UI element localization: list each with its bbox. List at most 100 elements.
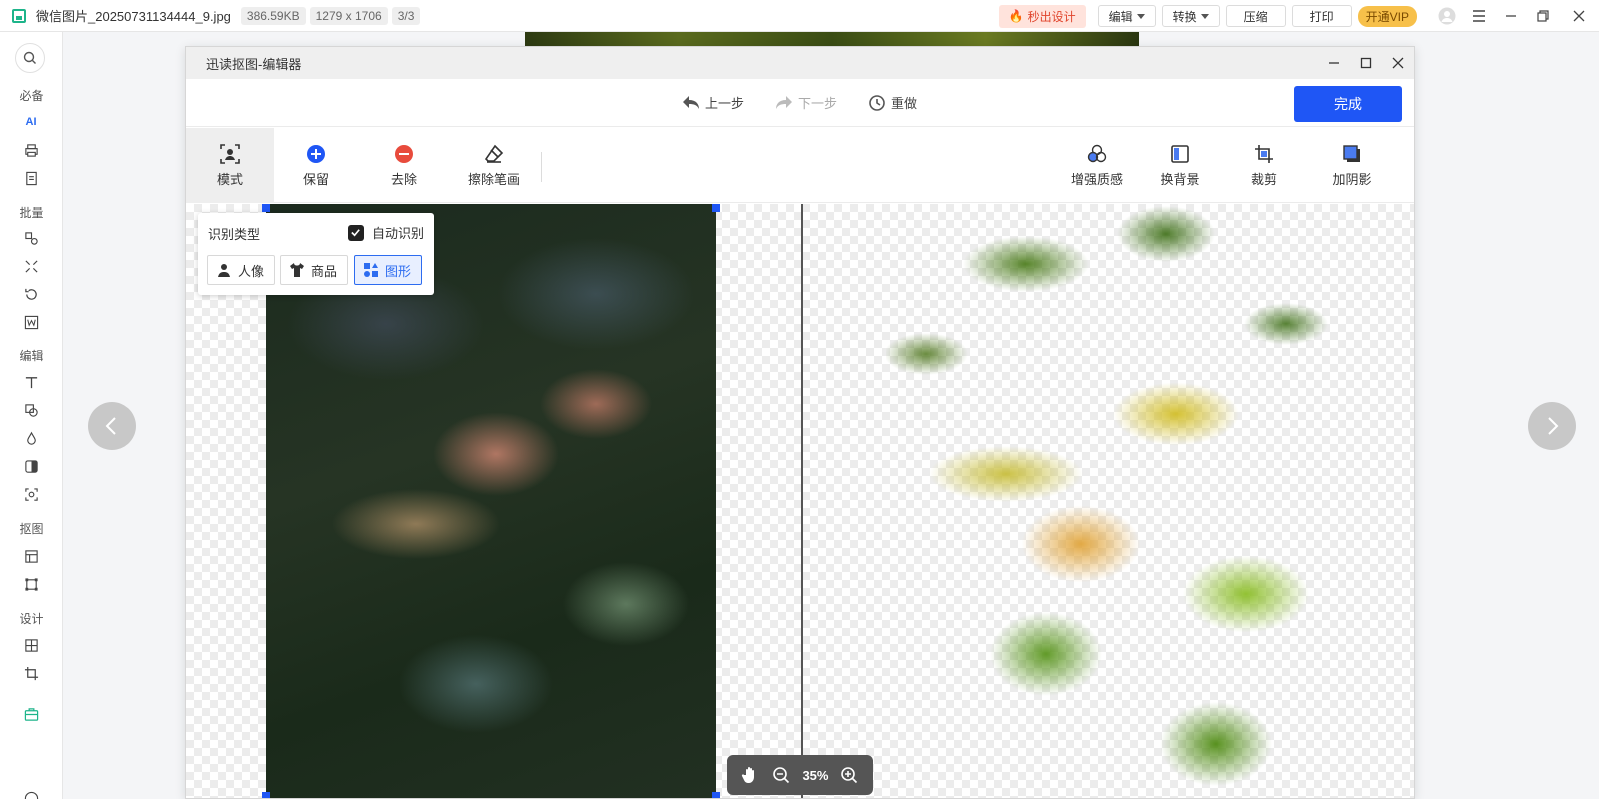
printer-icon[interactable] — [23, 142, 39, 158]
toolbox-icon[interactable] — [23, 706, 39, 722]
reset-button[interactable]: 重做 — [867, 93, 917, 112]
compress-button[interactable]: 压缩 — [1225, 5, 1286, 27]
crop-tool[interactable]: 裁剪 — [1234, 128, 1294, 203]
background-image-preview — [525, 32, 1139, 46]
dialog-title: 迅读抠图-编辑器 — [206, 56, 302, 72]
focus-icon[interactable] — [23, 486, 39, 502]
person-icon — [218, 264, 230, 277]
title-bar: 微信图片_20250731134444_9.jpg 386.59KB 1279 … — [0, 0, 1599, 32]
color-drop-icon[interactable] — [23, 430, 39, 446]
enhance-icon — [1087, 144, 1107, 163]
ai-tool-icon[interactable]: AI — [23, 114, 39, 130]
option-portrait[interactable]: 人像 — [207, 255, 275, 285]
convert-menu-button[interactable]: 转换 — [1161, 5, 1220, 27]
image-counter: 3/3 — [391, 6, 421, 25]
dialog-maximize-icon[interactable] — [1350, 47, 1382, 79]
history-icon — [869, 94, 885, 111]
filename: 微信图片_20250731134444_9.jpg — [36, 9, 231, 24]
quick-design-button[interactable]: 🔥 秒出设计 — [998, 4, 1086, 28]
undo-button[interactable]: 上一步 — [681, 93, 744, 112]
chevron-down-icon — [1136, 13, 1145, 19]
cutout-result-image — [886, 204, 1334, 798]
zoom-controls: 35% — [727, 755, 873, 795]
cutout-editor-dialog: 迅读抠图-编辑器 上一步 下一步 重做 完成 模式 保留 去除 擦除笔画 增强质… — [185, 46, 1415, 799]
redo-icon — [776, 95, 792, 109]
compare-divider[interactable] — [801, 204, 803, 798]
search-icon[interactable] — [15, 43, 45, 73]
checkbox-checked-icon — [347, 224, 364, 241]
vip-button[interactable]: 开通VIP — [1357, 5, 1417, 27]
recognition-title: 识别类型 — [208, 227, 261, 242]
enhance-tool[interactable]: 增强质感 — [1062, 128, 1132, 203]
selection-handle[interactable] — [262, 792, 270, 798]
group-edit: 编辑 — [19, 349, 44, 363]
background-icon — [1171, 145, 1189, 163]
undo-icon — [683, 95, 699, 109]
menu-icon[interactable] — [1463, 0, 1495, 32]
crop-icon — [1255, 145, 1273, 163]
done-button[interactable]: 完成 — [1294, 86, 1402, 122]
next-image-button[interactable] — [1528, 402, 1576, 450]
change-background-tool[interactable]: 换背景 — [1150, 128, 1210, 203]
hand-pan-icon[interactable] — [740, 765, 760, 785]
fire-icon: 🔥 — [1008, 9, 1024, 23]
dialog-close-icon[interactable] — [1382, 47, 1414, 79]
cutout-image-icon[interactable] — [23, 548, 39, 564]
shape-tool-icon[interactable] — [23, 402, 39, 418]
plus-circle-icon — [307, 145, 325, 163]
batch-convert-icon[interactable] — [23, 230, 39, 246]
shirt-icon — [290, 263, 304, 277]
dialog-title-bar: 迅读抠图-编辑器 — [186, 47, 1414, 79]
watermark-icon[interactable] — [23, 314, 39, 330]
text-tool-icon[interactable] — [23, 374, 39, 390]
previous-image-button[interactable] — [88, 402, 136, 450]
chevron-down-icon — [1200, 13, 1209, 19]
selection-handle[interactable] — [712, 204, 720, 212]
chevron-right-icon — [1548, 417, 1559, 435]
document-icon[interactable] — [23, 170, 39, 186]
group-essentials: 必备 — [19, 89, 44, 103]
zoom-in-icon[interactable] — [839, 765, 859, 785]
mode-tool[interactable]: 模式 — [186, 128, 274, 203]
batch-compress-icon[interactable] — [23, 258, 39, 274]
image-dimensions: 1279 x 1706 — [309, 6, 388, 25]
cutout-select-icon[interactable] — [23, 576, 39, 592]
redo-button[interactable]: 下一步 — [774, 93, 837, 112]
group-batch: 批量 — [19, 206, 44, 220]
left-sidebar: 必备 AI 批量 编辑 抠图 设计 — [0, 32, 63, 799]
close-icon[interactable] — [1559, 0, 1599, 32]
zoom-out-icon[interactable] — [771, 765, 791, 785]
add-shadow-tool[interactable]: 加阴影 — [1322, 128, 1382, 203]
history-bar: 上一步 下一步 重做 — [186, 79, 1414, 127]
group-cutout: 抠图 — [19, 522, 44, 536]
option-product[interactable]: 商品 — [280, 255, 348, 285]
zoom-level: 35% — [802, 767, 829, 783]
minimize-icon[interactable] — [1495, 0, 1527, 32]
keep-tool[interactable]: 保留 — [286, 128, 346, 203]
remove-tool[interactable]: 去除 — [374, 128, 434, 203]
help-icon[interactable] — [23, 790, 39, 799]
layout-icon[interactable] — [23, 637, 39, 653]
print-button[interactable]: 打印 — [1291, 5, 1352, 27]
selection-handle[interactable] — [712, 792, 720, 798]
restore-icon[interactable] — [1527, 0, 1559, 32]
selection-handle[interactable] — [262, 204, 270, 212]
edit-menu-button[interactable]: 编辑 — [1097, 5, 1156, 27]
tool-bar: 模式 保留 去除 擦除笔画 增强质感 换背景 裁剪 加阴影 — [186, 128, 1414, 203]
minus-circle-icon — [395, 145, 413, 163]
crop-icon[interactable] — [23, 665, 39, 681]
shapes-icon — [364, 263, 378, 277]
rotate-icon[interactable] — [23, 286, 39, 302]
shadow-icon — [1343, 145, 1360, 162]
recognition-type-panel: 识别类型 自动识别 人像 商品 图形 — [198, 213, 434, 295]
option-graphic[interactable]: 图形 — [354, 255, 422, 285]
erase-stroke-tool[interactable]: 擦除笔画 — [454, 128, 534, 203]
app-logo-icon — [12, 8, 26, 23]
dialog-minimize-icon[interactable] — [1318, 47, 1350, 79]
contrast-icon[interactable] — [23, 458, 39, 474]
file-size: 386.59KB — [240, 6, 306, 25]
user-avatar-icon[interactable] — [1431, 0, 1463, 32]
eraser-icon — [484, 144, 504, 163]
chevron-left-icon — [105, 417, 116, 435]
auto-recognize-checkbox[interactable]: 自动识别 — [347, 223, 424, 242]
